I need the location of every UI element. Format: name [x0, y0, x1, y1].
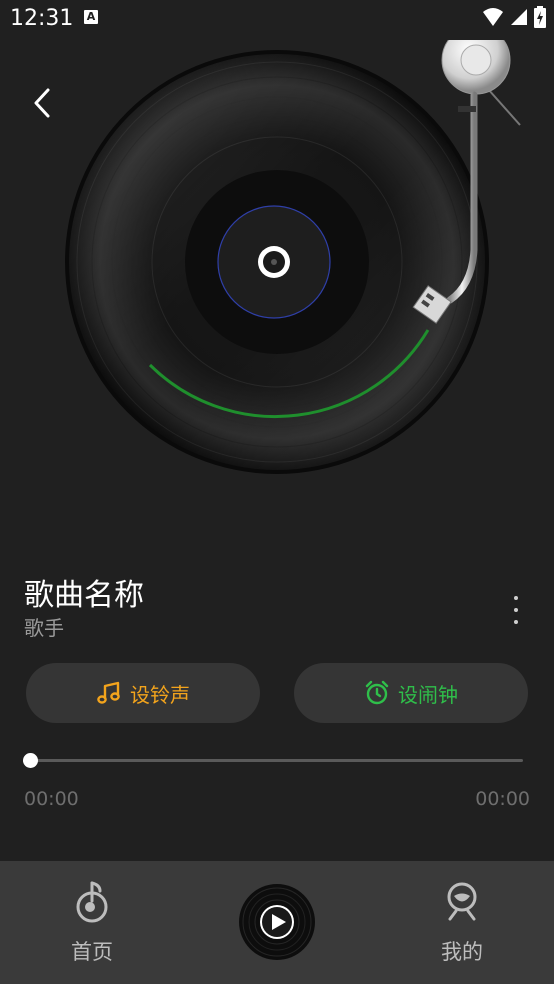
progress-thumb[interactable] — [22, 753, 38, 768]
time-total: 00:00 — [475, 788, 530, 810]
set-ringtone-label: 设铃声 — [130, 682, 190, 707]
song-title: 歌曲名称 — [24, 578, 144, 613]
alarm-clock-icon — [365, 680, 389, 705]
wifi-icon — [483, 8, 503, 26]
play-button[interactable] — [238, 883, 316, 961]
time-current: 00:00 — [24, 788, 79, 810]
set-alarm-label: 设闹钟 — [398, 682, 458, 707]
more-dot-icon — [514, 608, 518, 612]
more-dot-icon — [514, 596, 518, 600]
set-alarm-button[interactable]: 设闹钟 — [294, 663, 528, 723]
status-bar: 12:31 A — [0, 0, 554, 38]
battery-charging-icon — [534, 6, 546, 28]
signal-icon — [511, 9, 527, 25]
status-icons — [482, 6, 546, 28]
music-note-icon — [97, 681, 120, 704]
nav-home[interactable]: 首页 — [32, 861, 152, 984]
music-disc-icon — [76, 881, 108, 923]
set-ringtone-button[interactable]: 设铃声 — [26, 663, 260, 723]
turntable-record — [65, 40, 521, 474]
nav-mine-label: 我的 — [441, 940, 483, 964]
status-time: 12:31 — [10, 6, 74, 31]
back-button[interactable] — [26, 86, 60, 120]
song-artist: 歌手 — [24, 616, 64, 640]
more-dot-icon — [514, 620, 518, 624]
nav-home-label: 首页 — [71, 940, 113, 964]
more-options-button[interactable] — [500, 592, 532, 628]
progress-track[interactable] — [30, 759, 523, 762]
user-icon — [447, 882, 477, 921]
notification-a-icon: A — [84, 10, 98, 24]
nav-mine[interactable]: 我的 — [402, 861, 522, 984]
